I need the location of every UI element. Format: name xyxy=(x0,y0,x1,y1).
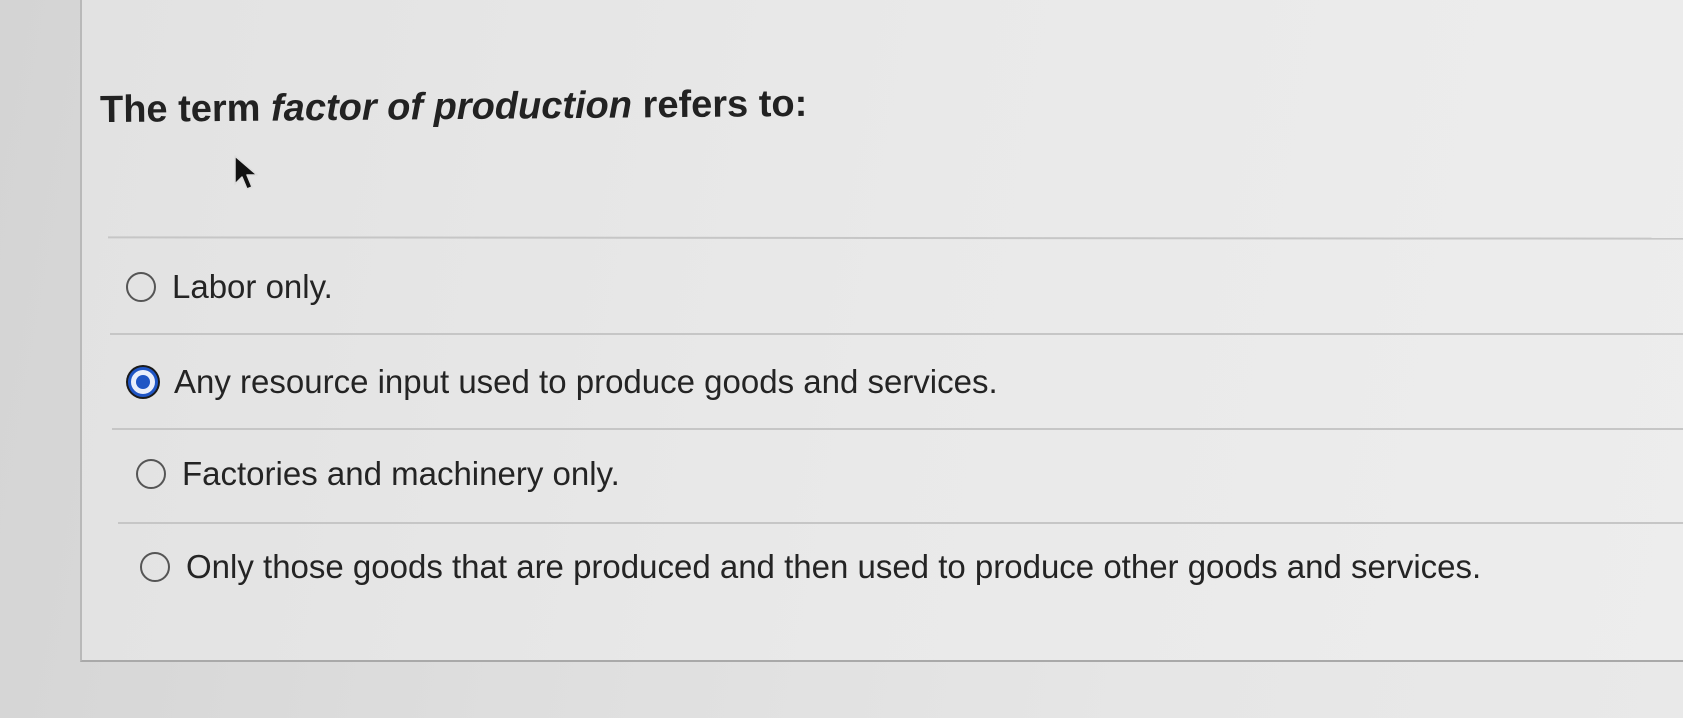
radio-empty-icon[interactable] xyxy=(126,272,156,302)
radio-empty-icon[interactable] xyxy=(140,552,170,582)
answer-option-any-resource-input[interactable]: Any resource input used to produce goods… xyxy=(128,363,998,401)
question-suffix: refers to: xyxy=(631,82,808,127)
answer-option-factories-machinery[interactable]: Factories and machinery only. xyxy=(136,455,620,493)
question-prefix: The term xyxy=(99,87,272,132)
question-prompt: The term factor of production refers to: xyxy=(100,83,808,132)
answer-option-labor-only[interactable]: Labor only. xyxy=(126,268,333,306)
answer-option-produced-goods[interactable]: Only those goods that are produced and t… xyxy=(140,548,1481,586)
answer-option-label: Only those goods that are produced and t… xyxy=(186,548,1482,585)
answer-option-label: Labor only. xyxy=(172,268,333,305)
radio-empty-icon[interactable] xyxy=(136,459,166,489)
option-divider xyxy=(112,428,1683,430)
option-divider xyxy=(110,333,1683,335)
answer-option-label: Any resource input used to produce goods… xyxy=(174,363,998,400)
mouse-pointer-icon xyxy=(234,155,258,190)
answer-option-label: Factories and machinery only. xyxy=(182,455,620,492)
radio-selected-icon[interactable] xyxy=(128,367,158,397)
question-term: factor of production xyxy=(270,84,633,130)
option-divider xyxy=(118,522,1683,524)
